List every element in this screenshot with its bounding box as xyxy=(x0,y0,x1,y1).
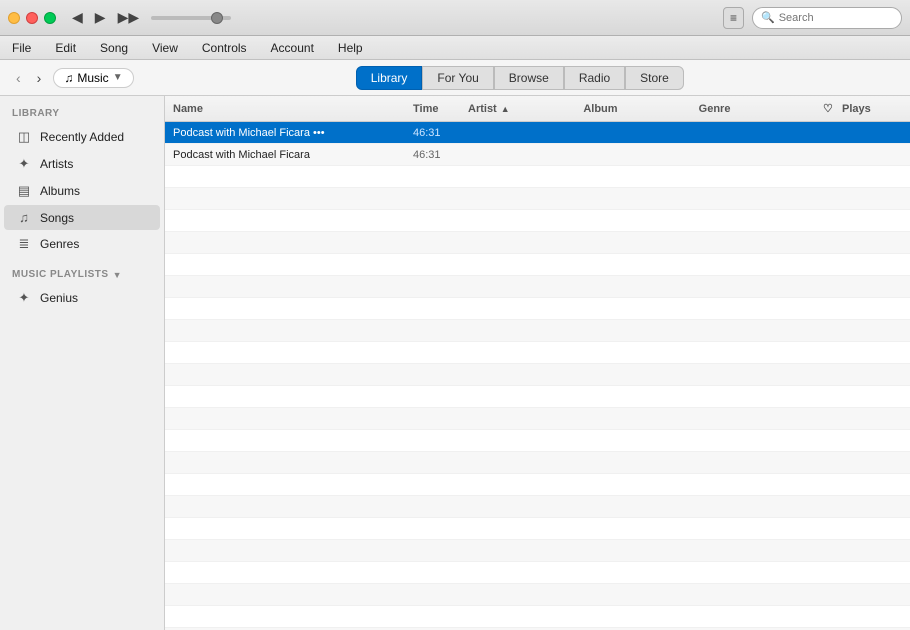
close-button[interactable] xyxy=(26,12,38,24)
location-pill[interactable]: ♫ Music ▼ xyxy=(53,68,133,88)
row-1-time: 46:31 xyxy=(413,127,468,139)
col-header-album[interactable]: Album xyxy=(583,103,698,115)
progress-track[interactable] xyxy=(151,16,231,20)
maximize-button[interactable] xyxy=(44,12,56,24)
row-2-time: 46:31 xyxy=(413,149,468,161)
table-body: Podcast with Michael Ficara ••• 46:31 Po… xyxy=(165,122,910,630)
table-row[interactable]: Podcast with Michael Ficara 46:31 xyxy=(165,144,910,166)
play-button[interactable]: ▶ xyxy=(91,7,110,28)
progress-thumb[interactable] xyxy=(211,12,223,24)
table-row[interactable] xyxy=(165,496,910,518)
sidebar: Library ◫ Recently Added ✦ Artists ▤ Alb… xyxy=(0,96,165,630)
menu-account[interactable]: Account xyxy=(267,39,318,57)
playlists-section-label: Music Playlists ▼ xyxy=(0,265,164,284)
menu-song[interactable]: Song xyxy=(96,39,132,57)
row-1-name: Podcast with Michael Ficara ••• xyxy=(173,127,413,139)
sidebar-item-artists[interactable]: ✦ Artists xyxy=(4,151,160,177)
transport-controls: ◀ ▶ ▶▶ xyxy=(68,7,143,28)
minimize-button[interactable] xyxy=(8,12,20,24)
search-icon: 🔍 xyxy=(761,11,775,24)
sidebar-songs-label: Songs xyxy=(40,211,148,225)
sidebar-albums-label: Albums xyxy=(40,184,148,198)
menu-controls[interactable]: Controls xyxy=(198,39,251,57)
window-controls xyxy=(8,12,56,24)
table-row[interactable] xyxy=(165,386,910,408)
col-header-heart[interactable]: ♡ xyxy=(814,102,842,115)
sidebar-item-genres[interactable]: ≣ Genres xyxy=(4,231,160,257)
tab-library[interactable]: Library xyxy=(356,66,423,90)
table-row[interactable] xyxy=(165,364,910,386)
sidebar-item-albums[interactable]: ▤ Albums xyxy=(4,178,160,204)
table-row[interactable] xyxy=(165,188,910,210)
search-input[interactable] xyxy=(779,12,893,24)
tab-group: Library For You Browse Radio Store xyxy=(356,66,684,90)
menu-file[interactable]: File xyxy=(8,39,35,57)
back-button[interactable]: ◀ xyxy=(68,7,87,28)
table-row[interactable] xyxy=(165,584,910,606)
nav-back-button[interactable]: ‹ xyxy=(12,68,25,88)
menu-edit[interactable]: Edit xyxy=(51,39,80,57)
col-header-plays[interactable]: Plays xyxy=(842,103,902,115)
row-2-name: Podcast with Michael Ficara xyxy=(173,149,413,161)
table-row[interactable] xyxy=(165,320,910,342)
tab-for-you[interactable]: For You xyxy=(422,66,493,90)
sidebar-genres-label: Genres xyxy=(40,237,148,251)
location-label: Music xyxy=(77,71,108,85)
music-note-icon: ♫ xyxy=(64,71,73,85)
table-row[interactable] xyxy=(165,518,910,540)
content-area: Name Time Artist ▲ Album Genre ♡ Plays P… xyxy=(165,96,910,630)
nav-bar: ‹ › ♫ Music ▼ Library For You Browse Rad… xyxy=(0,60,910,96)
sidebar-item-recently-added[interactable]: ◫ Recently Added xyxy=(4,124,160,150)
tab-radio[interactable]: Radio xyxy=(564,66,625,90)
sort-arrow-icon: ▲ xyxy=(501,104,510,114)
table-row[interactable] xyxy=(165,562,910,584)
forward-button[interactable]: ▶▶ xyxy=(114,7,144,28)
table-row[interactable] xyxy=(165,166,910,188)
nav-forward-button[interactable]: › xyxy=(33,68,46,88)
menu-icon-button[interactable]: ≡ xyxy=(723,7,744,29)
progress-area[interactable] xyxy=(151,16,231,20)
genres-icon: ≣ xyxy=(16,236,32,252)
recently-added-icon: ◫ xyxy=(16,129,32,145)
table-row[interactable]: Podcast with Michael Ficara ••• 46:31 xyxy=(165,122,910,144)
col-header-genre[interactable]: Genre xyxy=(699,103,814,115)
table-row[interactable] xyxy=(165,452,910,474)
table-row[interactable] xyxy=(165,430,910,452)
table-row[interactable] xyxy=(165,254,910,276)
songs-icon: ♫ xyxy=(16,210,32,225)
menu-bar: File Edit Song View Controls Account Hel… xyxy=(0,36,910,60)
table-row[interactable] xyxy=(165,232,910,254)
sidebar-artists-label: Artists xyxy=(40,157,148,171)
chevron-down-icon: ▼ xyxy=(113,72,123,83)
sidebar-genius-label: Genius xyxy=(40,291,148,305)
sidebar-item-songs[interactable]: ♫ Songs xyxy=(4,205,160,230)
table-header: Name Time Artist ▲ Album Genre ♡ Plays xyxy=(165,96,910,122)
col-header-time[interactable]: Time xyxy=(413,103,468,115)
table-row[interactable] xyxy=(165,298,910,320)
table-row[interactable] xyxy=(165,210,910,232)
table-row[interactable] xyxy=(165,606,910,628)
tab-store[interactable]: Store xyxy=(625,66,684,90)
menu-view[interactable]: View xyxy=(148,39,182,57)
col-header-name[interactable]: Name xyxy=(173,103,413,115)
playlists-chevron-icon: ▼ xyxy=(113,270,122,280)
library-section-label: Library xyxy=(0,104,164,123)
col-header-artist[interactable]: Artist ▲ xyxy=(468,103,583,115)
sidebar-recently-added-label: Recently Added xyxy=(40,130,148,144)
sidebar-item-genius[interactable]: ✦ Genius xyxy=(4,285,160,311)
table-row[interactable] xyxy=(165,276,910,298)
search-box[interactable]: 🔍 xyxy=(752,7,902,29)
menu-help[interactable]: Help xyxy=(334,39,367,57)
main-layout: Library ◫ Recently Added ✦ Artists ▤ Alb… xyxy=(0,96,910,630)
table-row[interactable] xyxy=(165,408,910,430)
artists-icon: ✦ xyxy=(16,156,32,172)
genius-icon: ✦ xyxy=(16,290,32,306)
albums-icon: ▤ xyxy=(16,183,32,199)
table-row[interactable] xyxy=(165,540,910,562)
table-row[interactable] xyxy=(165,474,910,496)
table-row[interactable] xyxy=(165,342,910,364)
title-bar: ◀ ▶ ▶▶ ≡ 🔍 xyxy=(0,0,910,36)
playlists-section: Music Playlists ▼ ✦ Genius xyxy=(0,265,164,311)
tab-browse[interactable]: Browse xyxy=(494,66,564,90)
